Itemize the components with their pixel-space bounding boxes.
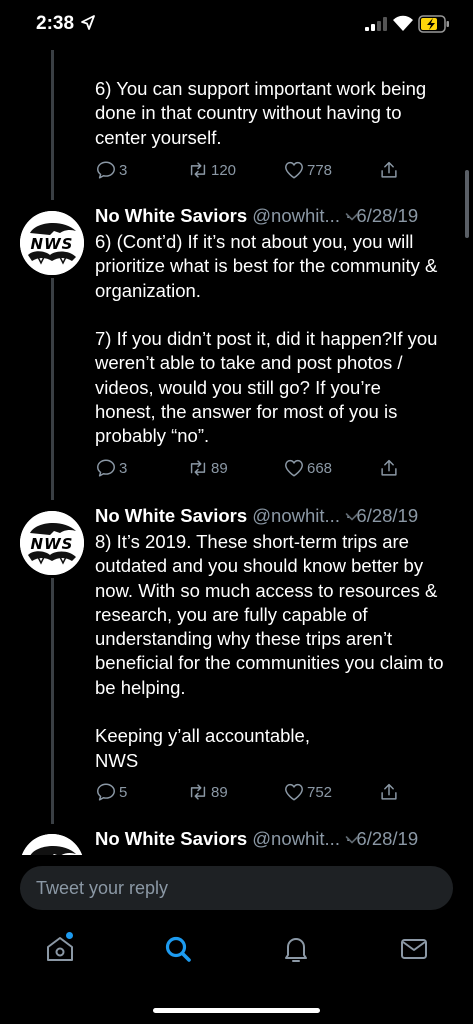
avatar-text: NWS [31,535,74,553]
tweet-header: No White Saviors @nowhit... · 6/28/19 [95,205,418,229]
author-handle[interactable]: @nowhit... [252,505,340,526]
tweet-actions: 3 120 778 [95,158,395,182]
search-icon [165,936,191,962]
notification-dot [66,932,73,939]
home-indicator[interactable] [153,1008,320,1013]
reply-input[interactable]: Tweet your reply [20,866,453,910]
reply-icon [95,457,117,479]
reply-count: 3 [119,459,128,477]
like-button[interactable]: 668 [283,456,332,480]
wifi-icon [393,15,413,31]
author-handle[interactable]: @nowhit... [252,205,340,226]
share-button[interactable] [378,158,400,182]
share-icon [378,159,400,181]
battery-charging-icon [418,15,449,33]
reply-count: 5 [119,783,128,801]
avatar[interactable] [20,834,84,855]
share-icon [378,781,400,803]
tweet-actions: 5 89 752 [95,780,395,804]
retweet-button[interactable]: 89 [187,456,228,480]
retweet-count: 120 [211,161,237,179]
status-time: 2:38 [36,13,75,34]
retweet-count: 89 [211,783,228,801]
notifications-icon [285,938,307,962]
reply-button[interactable]: 5 [95,780,127,804]
author-name[interactable]: No White Saviors [95,828,247,849]
like-count: 668 [307,459,333,477]
reply-icon [95,159,117,181]
location-arrow-icon [81,15,95,30]
avatar[interactable]: NWS [20,211,84,275]
share-icon [378,457,400,479]
share-button[interactable] [378,456,400,480]
avatar[interactable]: NWS [20,511,84,575]
chevron-down-icon[interactable] [345,212,359,222]
messages-icon [401,939,427,959]
heart-icon [283,159,305,181]
retweet-icon [187,781,209,803]
avatar-text: NWS [31,235,74,253]
like-count: 778 [307,161,333,179]
thread-line [51,278,54,500]
retweet-button[interactable]: 120 [187,158,236,182]
retweet-button[interactable]: 89 [187,780,228,804]
tweet-text: 6) You can support important work being … [95,78,427,148]
heart-icon [283,457,305,479]
retweet-count: 89 [211,459,228,477]
like-button[interactable]: 778 [283,158,332,182]
reply-button[interactable]: 3 [95,456,127,480]
author-name[interactable]: No White Saviors [95,505,247,526]
tweet-text: 8) It’s 2019. These short-term trips are… [95,531,444,771]
tweet-header: No White Saviors @nowhit... · 6/28/19 [95,828,418,852]
scroll-indicator[interactable] [465,170,469,238]
chevron-down-icon[interactable] [345,835,359,845]
author-name[interactable]: No White Saviors [95,205,247,226]
reply-count: 3 [119,161,128,179]
retweet-icon [187,457,209,479]
reply-button[interactable]: 3 [95,158,127,182]
status-bar: 2:38 [0,0,473,50]
cellular-signal-icon [365,17,387,31]
retweet-icon [187,159,209,181]
tweet-header: No White Saviors @nowhit... · 6/28/19 [95,505,418,529]
thread-line [51,50,54,200]
like-count: 752 [307,783,333,801]
tweet-actions: 3 89 668 [95,456,395,480]
like-button[interactable]: 752 [283,780,332,804]
tab-notifications[interactable] [280,933,312,965]
tab-search[interactable] [162,933,194,965]
heart-icon [283,781,305,803]
reply-icon [95,781,117,803]
tweet-thread[interactable]: 6) You can support important work being … [0,50,473,855]
author-handle[interactable]: @nowhit... [252,828,340,849]
tab-messages[interactable] [398,933,430,965]
tab-home[interactable] [44,932,76,965]
reply-placeholder: Tweet your reply [36,878,169,898]
chevron-down-icon[interactable] [345,512,359,522]
thread-line [51,578,54,824]
share-button[interactable] [378,780,400,804]
tweet-text: 6) (Cont’d) If it’s not about you, you w… [95,231,438,447]
